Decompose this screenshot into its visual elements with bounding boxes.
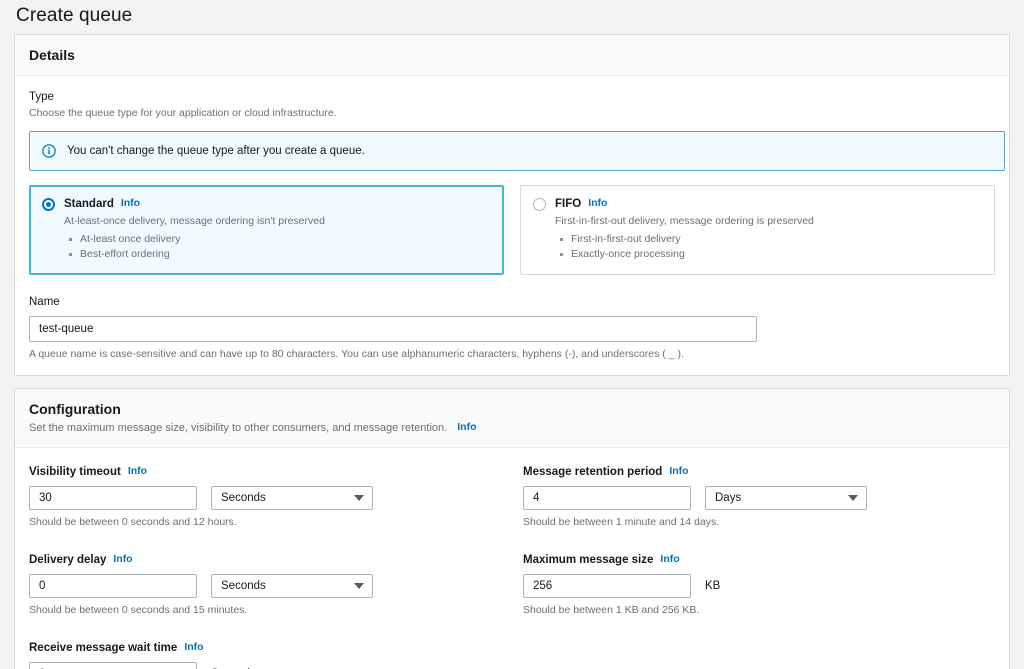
page-title: Create queue [0, 0, 1024, 29]
receive-message-wait-time-input[interactable] [29, 662, 197, 669]
maximum-message-size-input[interactable] [523, 574, 691, 598]
delivery-delay-unit-value: Seconds [221, 579, 266, 593]
delivery-delay-unit-select[interactable]: Seconds [211, 574, 373, 598]
radio-standard[interactable] [42, 198, 55, 211]
message-retention-period-input[interactable] [523, 486, 691, 510]
chevron-down-icon [354, 489, 364, 507]
receive-message-wait-time-label: Receive message wait time [29, 642, 177, 654]
delivery-delay-field: Delivery delay Info Seconds Should be bet… [29, 550, 523, 617]
configuration-panel-subtitle: Set the maximum message size, visibility… [29, 420, 995, 436]
maximum-message-size-controls: KB [523, 574, 1017, 598]
standard-option-description: At-least-once delivery, message ordering… [64, 214, 491, 228]
message-retention-period-unit-select[interactable]: Days [705, 486, 867, 510]
message-retention-period-unit-value: Days [715, 491, 741, 505]
maximum-message-size-field: Maximum message size Info KB Should be be… [523, 550, 1017, 617]
visibility-timeout-input[interactable] [29, 486, 197, 510]
standard-option-head: Standard Info [42, 197, 491, 211]
delivery-delay-label: Delivery delay [29, 554, 106, 566]
configuration-panel-header: Configuration Set the maximum message si… [15, 389, 1009, 448]
details-panel-title: Details [29, 46, 995, 64]
standard-option-label: Standard [64, 197, 114, 211]
delivery-delay-help: Should be between 0 seconds and 15 minut… [29, 603, 523, 617]
standard-info-link[interactable]: Info [121, 197, 140, 209]
queue-name-help: A queue name is case-sensitive and can h… [29, 347, 995, 361]
list-item: At-least once delivery [64, 232, 491, 247]
maximum-message-size-unit: KB [705, 579, 720, 593]
type-description: Choose the queue type for your applicati… [29, 106, 995, 120]
fifo-option-head: FIFO Info [533, 197, 982, 211]
visibility-timeout-unit-select[interactable]: Seconds [211, 486, 373, 510]
queue-type-option-fifo[interactable]: FIFO Info First-in-first-out delivery, m… [520, 185, 995, 275]
receive-message-wait-time-field: Receive message wait timeInfo Seconds Sh… [29, 638, 523, 669]
visibility-timeout-unit-value: Seconds [221, 491, 266, 505]
message-retention-period-help: Should be between 1 minute and 14 days. [523, 515, 1017, 529]
visibility-timeout-info-link[interactable]: Info [128, 465, 147, 477]
list-item: Best-effort ordering [64, 247, 491, 262]
fifo-option-description: First-in-first-out delivery, message ord… [555, 214, 982, 228]
delivery-delay-input[interactable] [29, 574, 197, 598]
queue-type-options: Standard Info At-least-once delivery, me… [29, 185, 995, 275]
list-item: Exactly-once processing [555, 247, 982, 262]
details-panel-header: Details [15, 35, 1009, 76]
delivery-delay-info-link[interactable]: Info [113, 553, 132, 565]
visibility-timeout-help: Should be between 0 seconds and 12 hours… [29, 515, 523, 529]
visibility-timeout-field: Visibility timeout Info Seconds Should be… [29, 462, 523, 529]
create-queue-page: Create queue Details Type Choose the que… [0, 0, 1024, 669]
queue-name-field: Name A queue name is case-sensitive and … [29, 295, 995, 361]
visibility-timeout-controls: Seconds [29, 486, 523, 510]
chevron-down-icon [354, 577, 364, 595]
configuration-info-link[interactable]: Info [457, 421, 476, 433]
chevron-down-icon [848, 489, 858, 507]
type-label: Type [29, 90, 995, 105]
message-retention-period-label: Message retention period [523, 466, 662, 478]
list-item: First-in-first-out delivery [555, 232, 982, 247]
maximum-message-size-help: Should be between 1 KB and 256 KB. [523, 603, 1017, 617]
configuration-subtitle-text: Set the maximum message size, visibility… [29, 422, 447, 434]
delivery-delay-controls: Seconds [29, 574, 523, 598]
configuration-fields-grid: Visibility timeout Info Seconds Should be… [29, 462, 995, 669]
details-panel-body: Type Choose the queue type for your appl… [15, 76, 1009, 375]
configuration-panel-body: Visibility timeout Info Seconds Should be… [15, 448, 1009, 669]
queue-name-input[interactable] [29, 316, 757, 342]
configuration-left-column: Visibility timeout Info Seconds Should be… [29, 462, 523, 669]
message-retention-period-info-link[interactable]: Info [669, 465, 688, 477]
fifo-option-label: FIFO [555, 197, 581, 211]
standard-option-bullets: At-least once delivery Best-effort order… [64, 232, 491, 262]
visibility-timeout-label: Visibility timeout [29, 466, 121, 478]
configuration-panel: Configuration Set the maximum message si… [14, 388, 1010, 669]
receive-message-wait-time-info-link[interactable]: Info [184, 641, 203, 653]
fifo-option-bullets: First-in-first-out delivery Exactly-once… [555, 232, 982, 262]
queue-name-label: Name [29, 295, 995, 310]
queue-type-alert-text: You can't change the queue type after yo… [67, 143, 365, 159]
radio-fifo[interactable] [533, 198, 546, 211]
details-panel: Details Type Choose the queue type for y… [14, 34, 1010, 376]
message-retention-period-controls: Days [523, 486, 1017, 510]
configuration-panel-title: Configuration [29, 400, 995, 418]
maximum-message-size-info-link[interactable]: Info [660, 553, 679, 565]
fifo-info-link[interactable]: Info [588, 197, 607, 209]
configuration-right-column: Message retention period Info Days Should… [523, 462, 1017, 669]
receive-message-wait-time-controls: Seconds [29, 662, 523, 669]
message-retention-period-field: Message retention period Info Days Should… [523, 462, 1017, 529]
info-circle-icon [42, 144, 56, 158]
maximum-message-size-label: Maximum message size [523, 554, 653, 566]
queue-type-alert: You can't change the queue type after yo… [29, 131, 1005, 171]
queue-type-option-standard[interactable]: Standard Info At-least-once delivery, me… [29, 185, 504, 275]
